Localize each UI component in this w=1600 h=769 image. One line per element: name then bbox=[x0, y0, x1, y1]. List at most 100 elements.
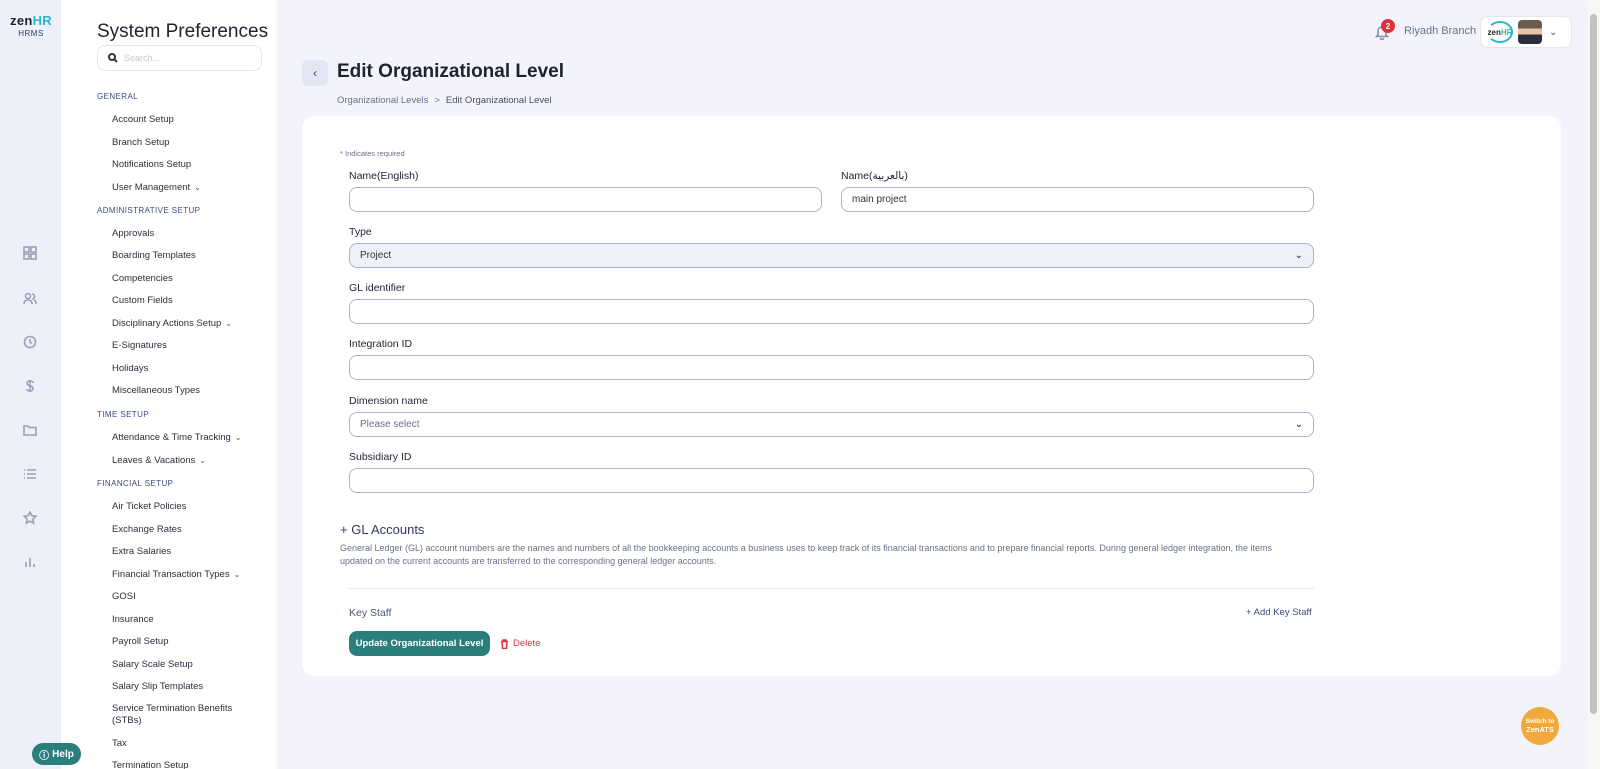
gl-accounts-toggle[interactable]: + GL Accounts bbox=[340, 522, 424, 537]
breadcrumb: Organizational Levels > Edit Organizatio… bbox=[337, 95, 552, 106]
switch-ats-line2: ZenATS bbox=[1526, 725, 1554, 734]
required-note: * Indicates required bbox=[340, 149, 405, 158]
delete-button[interactable]: Delete bbox=[500, 638, 540, 649]
dashboard-icon[interactable] bbox=[22, 245, 38, 261]
list-icon[interactable] bbox=[22, 466, 38, 482]
breadcrumb-separator: > bbox=[434, 95, 440, 106]
add-key-staff-button[interactable]: + Add Key Staff bbox=[1246, 607, 1312, 618]
sidebar-item-e-signatures[interactable]: E-Signatures bbox=[112, 340, 167, 351]
name-english-label: Name(English) bbox=[349, 170, 419, 182]
name-arabic-input[interactable] bbox=[852, 194, 1303, 205]
sidebar-item-account-setup[interactable]: Account Setup bbox=[112, 114, 174, 125]
chevron-down-icon: ⌄ bbox=[234, 433, 242, 442]
sidebar-item-notifications-setup[interactable]: Notifications Setup bbox=[112, 159, 191, 170]
clock-icon[interactable] bbox=[22, 334, 38, 350]
chevron-down-icon: ⌄ bbox=[233, 570, 241, 579]
divider bbox=[349, 588, 1314, 589]
notification-badge: 2 bbox=[1381, 19, 1395, 33]
name-english-input[interactable] bbox=[360, 194, 811, 205]
sidebar-item-financial-transaction-types[interactable]: Financial Transaction Types ⌄ bbox=[112, 569, 240, 580]
people-icon[interactable] bbox=[22, 290, 38, 306]
avatar bbox=[1518, 20, 1542, 44]
chevron-left-icon: ‹ bbox=[313, 66, 317, 80]
settings-sidebar: System Preferences GENERAL Account Setup… bbox=[61, 0, 277, 769]
dimension-name-select[interactable]: Please select ⌄ bbox=[349, 412, 1314, 437]
search-icon bbox=[108, 53, 118, 63]
type-value: Project bbox=[360, 250, 392, 261]
sidebar-item-salary-scale-setup[interactable]: Salary Scale Setup bbox=[112, 659, 193, 670]
search-input[interactable] bbox=[124, 53, 254, 63]
sidebar-item-attendance[interactable]: Attendance & Time Tracking ⌄ bbox=[112, 432, 242, 443]
sidebar-item-stbs[interactable]: Service Termination Benefits (STBs) bbox=[112, 703, 242, 727]
chevron-down-icon: ⌄ bbox=[194, 183, 201, 192]
sidebar-item-leaves[interactable]: Leaves & Vacations ⌄ bbox=[112, 455, 206, 466]
type-label: Type bbox=[349, 226, 372, 238]
key-staff-label: Key Staff bbox=[349, 607, 392, 619]
breadcrumb-current: Edit Organizational Level bbox=[445, 95, 552, 106]
logo-text: zen bbox=[10, 13, 33, 28]
sidebar-item-salary-slip-templates[interactable]: Salary Slip Templates bbox=[112, 681, 203, 692]
section-general: GENERAL bbox=[97, 92, 139, 101]
trash-icon bbox=[501, 638, 508, 649]
integration-id-field[interactable] bbox=[349, 355, 1314, 380]
sidebar-item-miscellaneous-types[interactable]: Miscellaneous Types bbox=[112, 385, 200, 396]
zenhr-logo[interactable]: zenHR HRMS bbox=[8, 13, 54, 38]
sidebar-item-user-management[interactable]: User Management ⌄ bbox=[112, 182, 201, 193]
section-financial-setup: FINANCIAL SETUP bbox=[97, 479, 174, 488]
integration-id-label: Integration ID bbox=[349, 338, 413, 350]
logo-subtitle: HRMS bbox=[18, 29, 44, 38]
gl-identifier-label: GL identifier bbox=[349, 282, 406, 294]
scrollbar-thumb[interactable] bbox=[1590, 14, 1597, 714]
branch-name[interactable]: Riyadh Branch bbox=[1404, 25, 1476, 37]
sidebar-item-extra-salaries[interactable]: Extra Salaries bbox=[112, 546, 171, 557]
update-button[interactable]: Update Organizational Level bbox=[349, 631, 490, 656]
sidebar-item-competencies[interactable]: Competencies bbox=[112, 273, 173, 284]
subsidiary-id-field[interactable] bbox=[349, 468, 1314, 493]
subsidiary-id-label: Subsidiary ID bbox=[349, 451, 412, 463]
chevron-down-icon: ⌄ bbox=[1294, 419, 1303, 430]
delete-label: Delete bbox=[513, 638, 541, 649]
section-administrative: ADMINISTRATIVE SETUP bbox=[97, 206, 201, 215]
sidebar-item-branch-setup[interactable]: Branch Setup bbox=[112, 137, 170, 148]
user-menu[interactable]: zen HR ⌄ bbox=[1480, 16, 1572, 48]
name-arabic-label: Name(بالعربية) bbox=[841, 170, 908, 182]
sidebar-title: System Preferences bbox=[97, 21, 269, 42]
sidebar-item-termination-setup[interactable]: Termination Setup bbox=[112, 760, 189, 769]
reports-icon[interactable] bbox=[22, 554, 38, 570]
gl-identifier-input[interactable] bbox=[360, 306, 1303, 317]
back-button[interactable]: ‹ bbox=[302, 60, 328, 86]
integration-id-input[interactable] bbox=[360, 362, 1303, 373]
gl-identifier-field[interactable] bbox=[349, 299, 1314, 324]
sidebar-item-approvals[interactable]: Approvals bbox=[112, 228, 154, 239]
sidebar-item-boarding-templates[interactable]: Boarding Templates bbox=[112, 250, 196, 261]
logo-accent: HR bbox=[32, 13, 52, 28]
chevron-down-icon: ⌄ bbox=[199, 456, 206, 465]
sidebar-item-air-ticket-policies[interactable]: Air Ticket Policies bbox=[112, 501, 186, 512]
section-time-setup: TIME SETUP bbox=[97, 410, 150, 419]
sidebar-item-payroll-setup[interactable]: Payroll Setup bbox=[112, 636, 169, 647]
chevron-down-icon: ⌄ bbox=[225, 319, 233, 328]
company-logo: zen HR bbox=[1487, 21, 1513, 43]
help-button[interactable]: ⓘ Help bbox=[32, 743, 81, 765]
sidebar-search[interactable] bbox=[97, 45, 262, 71]
sidebar-item-tax[interactable]: Tax bbox=[112, 738, 127, 749]
sidebar-item-exchange-rates[interactable]: Exchange Rates bbox=[112, 524, 182, 535]
subsidiary-id-input[interactable] bbox=[360, 475, 1303, 486]
sidebar-item-insurance[interactable]: Insurance bbox=[112, 614, 154, 625]
folder-icon[interactable] bbox=[22, 422, 38, 438]
sidebar-item-custom-fields[interactable]: Custom Fields bbox=[112, 295, 173, 306]
switch-to-zenats-button[interactable]: Switch to ZenATS bbox=[1521, 707, 1559, 745]
chevron-down-icon: ⌄ bbox=[1294, 250, 1303, 261]
page-title: Edit Organizational Level bbox=[337, 61, 564, 82]
name-english-field[interactable] bbox=[349, 187, 822, 212]
star-icon[interactable] bbox=[22, 510, 38, 526]
sidebar-item-gosi[interactable]: GOSI bbox=[112, 591, 136, 602]
sidebar-item-holidays[interactable]: Holidays bbox=[112, 363, 148, 374]
sidebar-item-disciplinary-actions[interactable]: Disciplinary Actions Setup ⌄ bbox=[112, 318, 232, 329]
help-label: Help bbox=[52, 748, 74, 760]
breadcrumb-link[interactable]: Organizational Levels bbox=[337, 95, 428, 106]
type-select[interactable]: Project ⌄ bbox=[349, 243, 1314, 268]
name-arabic-field[interactable] bbox=[841, 187, 1314, 212]
app-rail: zenHR HRMS bbox=[0, 0, 61, 769]
dollar-icon[interactable] bbox=[22, 378, 38, 394]
